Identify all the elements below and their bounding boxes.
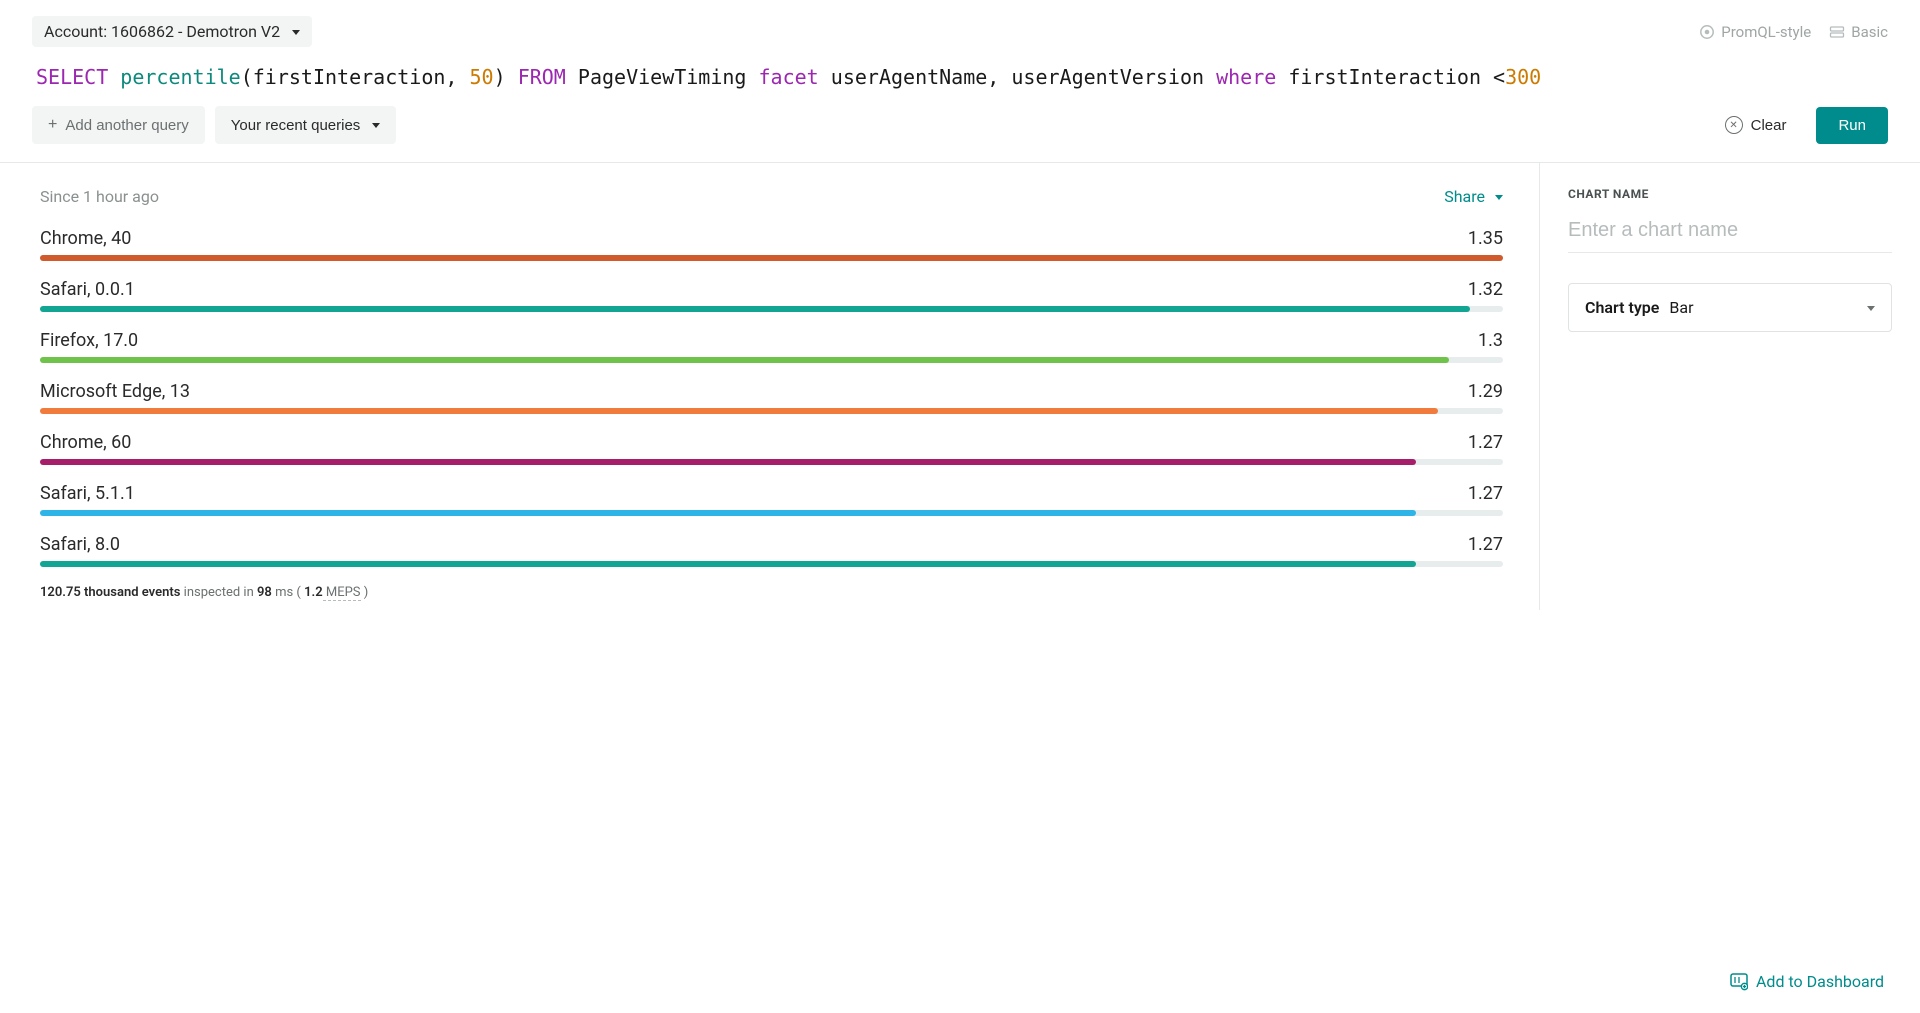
- bar-item[interactable]: Safari, 0.0.1 1.32: [40, 279, 1503, 312]
- bar-value: 1.27: [1468, 534, 1503, 555]
- bar-fill: [40, 306, 1470, 312]
- bar-chart: Chrome, 40 1.35 Safari, 0.0.1 1.32 Firefox, …: [40, 228, 1503, 567]
- chevron-down-icon: [288, 22, 300, 41]
- bar-item[interactable]: Chrome, 40 1.35: [40, 228, 1503, 261]
- basic-toggle[interactable]: Basic: [1829, 23, 1888, 41]
- bar-track: [40, 510, 1503, 516]
- promql-icon: [1699, 24, 1715, 40]
- query-stats: 120.75 thousand events inspected in 98 m…: [40, 585, 1503, 600]
- events-count: 120.75 thousand events: [40, 585, 180, 600]
- bar-item[interactable]: Firefox, 17.0 1.3: [40, 330, 1503, 363]
- bar-value: 1.35: [1468, 228, 1503, 249]
- recent-queries-dropdown[interactable]: Your recent queries: [215, 106, 397, 144]
- ms-suffix: ms (: [272, 585, 304, 600]
- query-token: userAgentName, userAgentVersion: [819, 65, 1216, 89]
- bar-value: 1.27: [1468, 432, 1503, 453]
- query-token: firstInteraction <: [1276, 65, 1505, 89]
- chart-name-input[interactable]: [1568, 213, 1892, 253]
- plus-icon: +: [48, 116, 57, 134]
- ms-value: 98: [257, 585, 272, 600]
- add-to-dashboard-button[interactable]: Add to Dashboard: [1730, 972, 1884, 991]
- account-label: Account: 1606862 - Demotron V2: [44, 22, 280, 41]
- stats-close: ): [361, 585, 369, 600]
- bar-label: Safari, 0.0.1: [40, 279, 135, 300]
- bar-label: Microsoft Edge, 13: [40, 381, 190, 402]
- bar-fill: [40, 255, 1503, 261]
- since-label: Since 1 hour ago: [40, 187, 159, 206]
- chart-type-value: Bar: [1669, 298, 1693, 317]
- share-dropdown[interactable]: Share: [1444, 187, 1503, 206]
- bar-fill: [40, 459, 1416, 465]
- bar-track: [40, 561, 1503, 567]
- query-token: FROM: [518, 65, 566, 89]
- promql-style-toggle[interactable]: PromQL-style: [1699, 23, 1811, 41]
- bar-value: 1.32: [1468, 279, 1503, 300]
- query-token: 50: [470, 65, 494, 89]
- basic-icon: [1829, 24, 1845, 40]
- query-token: (firstInteraction,: [241, 65, 470, 89]
- bar-track: [40, 408, 1503, 414]
- query-token: 300: [1505, 65, 1541, 89]
- chevron-down-icon: [1491, 187, 1503, 206]
- bar-fill: [40, 510, 1416, 516]
- recent-queries-label: Your recent queries: [231, 117, 361, 134]
- add-to-dashboard-label: Add to Dashboard: [1756, 972, 1884, 991]
- chart-type-select[interactable]: Chart type Bar: [1568, 283, 1892, 332]
- bar-label: Chrome, 60: [40, 432, 131, 453]
- meps-value: 1.2: [304, 585, 323, 600]
- add-another-query-button[interactable]: + Add another query: [32, 106, 205, 144]
- bar-fill: [40, 408, 1438, 414]
- query-token: ): [494, 65, 518, 89]
- bar-value: 1.29: [1468, 381, 1503, 402]
- chart-name-heading: CHART NAME: [1568, 187, 1892, 201]
- bar-item[interactable]: Safari, 8.0 1.27: [40, 534, 1503, 567]
- inspected-in: inspected in: [180, 585, 257, 600]
- meps-label: MEPS: [323, 585, 361, 601]
- bar-value: 1.27: [1468, 483, 1503, 504]
- bar-item[interactable]: Safari, 5.1.1 1.27: [40, 483, 1503, 516]
- bar-fill: [40, 561, 1416, 567]
- bar-track: [40, 357, 1503, 363]
- bar-track: [40, 255, 1503, 261]
- add-query-label: Add another query: [65, 117, 188, 134]
- bar-fill: [40, 357, 1449, 363]
- query-token: PageViewTiming: [566, 65, 759, 89]
- basic-label: Basic: [1851, 23, 1888, 41]
- query-token: SELECT: [36, 65, 108, 89]
- bar-track: [40, 306, 1503, 312]
- query-token: [108, 65, 120, 89]
- bar-label: Chrome, 40: [40, 228, 131, 249]
- query-token: percentile: [120, 65, 240, 89]
- chevron-down-icon: [368, 117, 380, 134]
- chevron-down-icon: [1863, 298, 1875, 317]
- bar-label: Firefox, 17.0: [40, 330, 138, 351]
- promql-label: PromQL-style: [1721, 23, 1811, 41]
- clear-button[interactable]: ✕ Clear: [1709, 106, 1803, 144]
- query-token: facet: [759, 65, 819, 89]
- share-label: Share: [1444, 187, 1485, 206]
- bar-item[interactable]: Chrome, 60 1.27: [40, 432, 1503, 465]
- bar-track: [40, 459, 1503, 465]
- run-button[interactable]: Run: [1816, 107, 1888, 144]
- bar-label: Safari, 5.1.1: [40, 483, 135, 504]
- clear-icon: ✕: [1725, 116, 1743, 134]
- bar-value: 1.3: [1478, 330, 1503, 351]
- clear-label: Clear: [1751, 117, 1787, 134]
- chart-type-label: Chart type: [1585, 298, 1659, 317]
- run-label: Run: [1838, 117, 1866, 134]
- bar-item[interactable]: Microsoft Edge, 13 1.29: [40, 381, 1503, 414]
- query-token: where: [1216, 65, 1276, 89]
- bar-label: Safari, 8.0: [40, 534, 120, 555]
- query-editor[interactable]: SELECT percentile(firstInteraction, 50) …: [0, 55, 1920, 96]
- dashboard-add-icon: [1730, 973, 1748, 991]
- mode-toggle-group: PromQL-style Basic: [1699, 23, 1888, 41]
- account-selector[interactable]: Account: 1606862 - Demotron V2: [32, 16, 312, 47]
